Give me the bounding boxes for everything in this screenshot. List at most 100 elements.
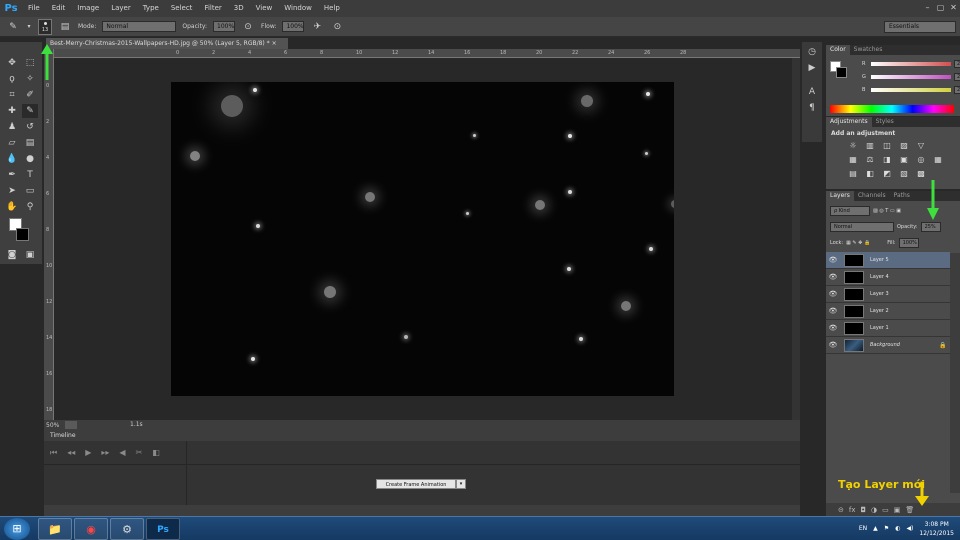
create-frame-animation-button[interactable]: Create Frame Animation [376, 479, 456, 489]
eraser-icon[interactable]: ▱ [4, 136, 20, 150]
adjustment-icon[interactable]: ◨ [880, 155, 894, 165]
gradient-tool-icon[interactable]: ▤ [22, 136, 38, 150]
adjustment-icon[interactable]: ▤ [846, 169, 860, 179]
eye-icon[interactable]: 👁 [826, 290, 840, 298]
type-tool-icon[interactable]: T [22, 168, 38, 182]
healing-brush-icon[interactable]: ✚ [4, 104, 20, 118]
pressure-opacity-icon[interactable]: ⊙ [241, 20, 255, 34]
layer-opacity-field[interactable]: 25% [920, 221, 941, 232]
layer-name[interactable]: Background [870, 342, 936, 348]
next-frame-icon[interactable]: ▸▸ [101, 448, 109, 457]
menu-file[interactable]: File [22, 0, 46, 17]
brush-panel-icon[interactable]: ▤ [58, 20, 72, 34]
workspace-select[interactable]: Essentials [884, 21, 956, 33]
brush-size-picker[interactable]: 13 [38, 18, 52, 35]
lock-icons[interactable]: ▦ ✎ ✥ 🔒 [846, 240, 870, 246]
adjustment-icon[interactable]: ▦ [931, 155, 945, 165]
maximize-button[interactable]: ▢ [936, 3, 945, 12]
menu-view[interactable]: View [250, 0, 279, 17]
layer-row[interactable]: 👁 Layer 3 [826, 286, 950, 303]
adjustment-icon[interactable]: ▽ [914, 141, 928, 151]
start-button[interactable]: ⊞ [4, 518, 30, 540]
tab-color[interactable]: Color [826, 45, 850, 55]
tab-channels[interactable]: Channels [854, 191, 890, 201]
quick-mask-icon[interactable]: ◙ [4, 248, 20, 262]
image-canvas[interactable] [171, 82, 674, 396]
close-tab-icon[interactable]: × [272, 40, 277, 47]
tab-styles[interactable]: Styles [872, 117, 898, 127]
character-panel-icon[interactable]: A [805, 86, 819, 98]
mode-select[interactable]: Normal [102, 21, 177, 32]
pressure-size-icon[interactable]: ⊙ [330, 20, 344, 34]
taskbar-chrome[interactable]: ◉ [74, 518, 108, 540]
status-info-icon[interactable] [65, 421, 78, 429]
chevron-down-icon[interactable]: ▾ [456, 479, 466, 489]
dodge-tool-icon[interactable]: ● [22, 152, 38, 166]
layer-row[interactable]: 👁 Layer 4 [826, 269, 950, 286]
actions-panel-icon[interactable]: ▶ [805, 62, 819, 74]
adjustment-icon[interactable]: ▨ [897, 141, 911, 151]
menu-type[interactable]: Type [137, 0, 165, 17]
chevron-down-icon[interactable]: ▾ [26, 20, 32, 34]
link-layers-icon[interactable]: ⊝ [838, 506, 844, 514]
tab-paths[interactable]: Paths [890, 191, 914, 201]
layer-row[interactable]: 👁 Layer 1 [826, 320, 950, 337]
paragraph-panel-icon[interactable]: ¶ [805, 102, 819, 114]
airbrush-icon[interactable]: ✈ [310, 20, 324, 34]
layers-scrollbar[interactable] [950, 253, 960, 493]
flow-field[interactable]: 100% [282, 21, 305, 32]
color-spectrum[interactable] [830, 105, 954, 113]
document-scrollbar[interactable] [792, 58, 800, 420]
menu-edit[interactable]: Edit [46, 0, 72, 17]
blur-tool-icon[interactable]: 💧 [4, 152, 20, 166]
minimize-button[interactable]: – [923, 3, 932, 12]
new-layer-icon[interactable]: ▣ [894, 506, 901, 514]
brush-tool-preset-icon[interactable]: ✎ [6, 20, 20, 34]
adjustment-icon[interactable]: ▣ [897, 155, 911, 165]
taskbar-tool[interactable]: ⚙ [110, 518, 144, 540]
transition-icon[interactable]: ◧ [152, 448, 160, 457]
tab-adjustments[interactable]: Adjustments [826, 117, 872, 127]
slider-green[interactable]: G 255 [862, 73, 960, 81]
adjustment-icon[interactable]: ◧ [863, 169, 877, 179]
menu-layer[interactable]: Layer [105, 0, 137, 17]
menu-filter[interactable]: Filter [198, 0, 227, 17]
layer-name[interactable]: Layer 3 [870, 291, 950, 297]
tab-swatches[interactable]: Swatches [850, 45, 887, 55]
opacity-field[interactable]: 100% [213, 21, 236, 32]
split-icon[interactable]: ✂ [136, 448, 143, 457]
marquee-tool-icon[interactable]: ⬚ [22, 56, 38, 70]
blue-slider-bar[interactable] [871, 88, 951, 92]
lasso-tool-icon[interactable]: ϙ [4, 72, 20, 86]
shape-tool-icon[interactable]: ▭ [22, 184, 38, 198]
show-hidden-icons-icon[interactable]: ▲ [873, 525, 878, 532]
adjustment-icon[interactable]: ▦ [846, 155, 860, 165]
adjustment-icon[interactable]: ◫ [880, 141, 894, 151]
move-tool-icon[interactable]: ✥ [4, 56, 20, 70]
previous-frame-icon[interactable]: ◂◂ [67, 448, 75, 457]
screen-mode-icon[interactable]: ▣ [22, 248, 38, 262]
eye-icon[interactable]: 👁 [826, 307, 840, 315]
tab-layers[interactable]: Layers [826, 191, 854, 201]
layer-row[interactable]: 👁 Background 🔒 [826, 337, 950, 354]
path-selection-icon[interactable]: ➤ [4, 184, 20, 198]
close-window-button[interactable]: ✕ [949, 3, 958, 12]
eye-icon[interactable]: 👁 [826, 273, 840, 281]
adjustment-icon[interactable]: ▧ [897, 169, 911, 179]
brush-tool-icon[interactable]: ✎ [22, 104, 38, 118]
layer-name[interactable]: Layer 5 [870, 257, 950, 263]
action-center-icon[interactable]: ⚑ [884, 525, 889, 532]
audio-icon[interactable]: ◀ [119, 448, 125, 457]
zoom-tool-icon[interactable]: ⚲ [22, 200, 38, 214]
layer-row[interactable]: 👁 Layer 2 [826, 303, 950, 320]
history-brush-icon[interactable]: ↺ [22, 120, 38, 134]
layer-kind-filter[interactable]: ρ Kind [830, 205, 870, 216]
menu-window[interactable]: Window [278, 0, 318, 17]
background-color-chip[interactable] [836, 67, 847, 78]
red-value[interactable]: 255 [954, 60, 960, 68]
eye-icon[interactable]: 👁 [826, 256, 840, 264]
menu-select[interactable]: Select [165, 0, 199, 17]
clone-stamp-icon[interactable]: ♟ [4, 120, 20, 134]
eye-icon[interactable]: 👁 [826, 324, 840, 332]
adjustment-icon[interactable]: ◎ [914, 155, 928, 165]
